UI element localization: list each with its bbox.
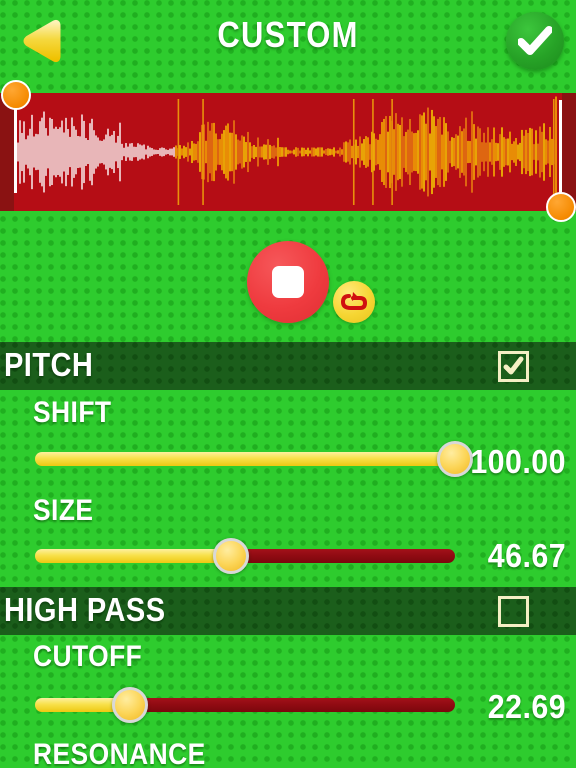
loop-button[interactable] (333, 281, 375, 323)
waveform-panel[interactable] (0, 93, 576, 211)
param-label-resonance: RESONANCE (33, 738, 206, 768)
section-header-pitch: PITCH (0, 342, 576, 390)
app-header: CUSTOM (0, 0, 576, 82)
section-checkbox-high-pass[interactable] (498, 596, 529, 627)
slider-cutoff[interactable] (35, 687, 455, 723)
slider-fill (35, 549, 231, 563)
param-value-cutoff: 22.69 (487, 688, 566, 725)
param-value-shift: 100.00 (470, 443, 566, 480)
slider-thumb[interactable] (112, 687, 149, 723)
waveform-graphic (17, 96, 557, 208)
stop-button[interactable] (247, 241, 329, 323)
slider-shift[interactable] (35, 441, 473, 477)
checkmark-icon (503, 356, 524, 375)
confirm-button[interactable] (506, 12, 564, 70)
selection-start-handle[interactable] (1, 80, 31, 110)
stop-square-icon (272, 266, 304, 298)
param-value-size: 46.67 (487, 537, 566, 574)
slider-track (231, 549, 455, 563)
param-label-size: SIZE (33, 494, 94, 527)
section-checkbox-pitch[interactable] (498, 351, 529, 382)
section-title-pitch: PITCH (4, 346, 94, 383)
waveform-canvas[interactable] (14, 93, 562, 211)
section-header-high-pass: HIGH PASS (0, 587, 576, 635)
transport-controls (0, 212, 576, 338)
param-label-shift: SHIFT (33, 396, 112, 429)
loop-icon (340, 292, 368, 310)
slider-thumb[interactable] (437, 441, 473, 477)
param-label-cutoff: CUTOFF (33, 640, 143, 673)
selection-end-line (559, 100, 562, 205)
slider-thumb[interactable] (213, 538, 249, 574)
slider-size[interactable] (35, 538, 455, 574)
section-title-high-pass: HIGH PASS (4, 591, 166, 628)
page-title: CUSTOM (217, 14, 359, 55)
slider-track (130, 698, 455, 712)
slider-fill (35, 452, 455, 466)
checkmark-icon (518, 26, 552, 55)
